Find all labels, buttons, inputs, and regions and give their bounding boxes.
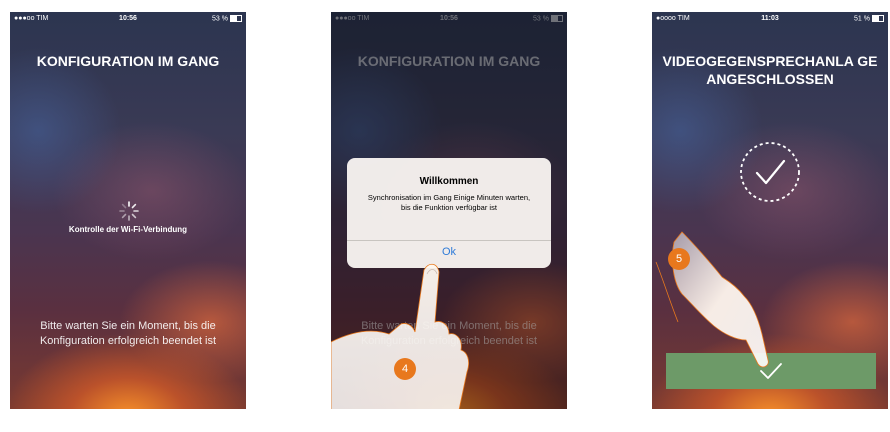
loading-spinner-icon [119,201,139,221]
status-bar: ●●●oo TIM 10:56 53 % [10,12,246,26]
wait-message: Bitte warten Sie ein Moment, bis die Kon… [39,320,217,347]
screen-title: VIDEOGEGENSPRECHANLA GE ANGESCHLOSSEN [662,53,878,87]
screen-title: KONFIGURATION IM GANG [36,53,220,69]
dialog-divider [347,240,551,241]
pointing-hand-icon [655,231,769,368]
battery-percent: 53 % [212,15,228,23]
clock: 10:56 [119,15,137,22]
battery-percent: 51 % [854,15,870,23]
checkmark-circle-icon [740,142,800,202]
battery-indicator: 53 % [212,15,242,22]
status-bar: ●oooo TIM 11:03 51 % [652,12,888,26]
phone-screen-configuration: ●●●oo TIM 10:56 53 % KONFIGURATION IM GA… [10,12,246,409]
dialog-title: Willkommen [419,176,479,187]
phone-screen-connected: ●oooo TIM 11:03 51 % VIDEOGEGENSPRECHANL… [652,12,888,409]
step-badge: 5 [668,248,690,270]
battery-indicator: 51 % [854,15,884,22]
dialog-message: Synchronisation im Gang Einige Minuten w… [367,193,531,212]
step-badge: 4 [394,358,416,380]
battery-icon [872,15,884,22]
battery-icon [230,15,242,22]
phone-screen-welcome-dialog: ●●●oo TIM 10:56 53 % KONFIGURATION IM GA… [331,12,567,409]
pointing-hand-icon [331,263,469,409]
clock: 11:03 [761,15,779,22]
wifi-check-label: Kontrolle der Wi-Fi-Verbindung [68,225,188,234]
